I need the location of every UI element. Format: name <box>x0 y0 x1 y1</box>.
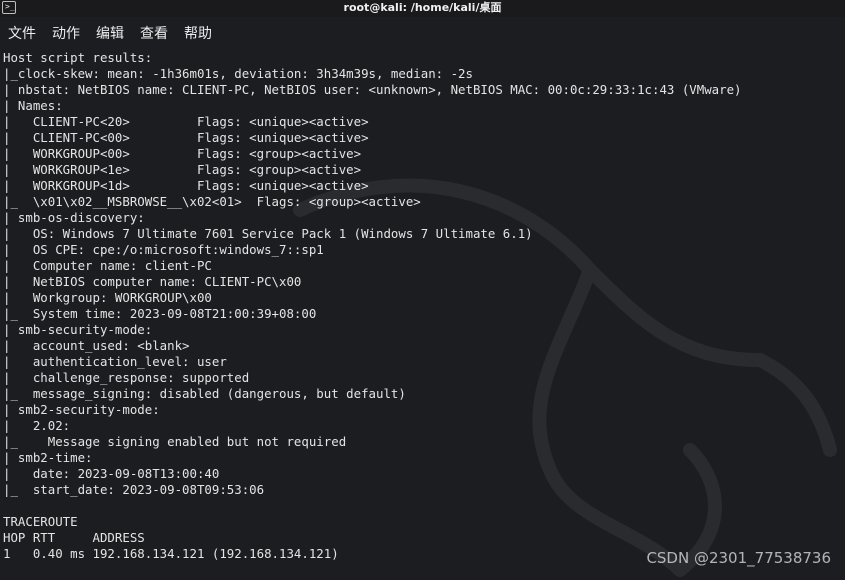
menu-edit[interactable]: 编辑 <box>96 20 124 48</box>
terminal-line: | smb-os-discovery: <box>3 210 145 225</box>
terminal-line: |_ Message signing enabled but not requi… <box>3 434 347 449</box>
terminal-line: | smb2-time: <box>3 450 93 465</box>
window-title: root@kali: /home/kali/桌面 <box>343 1 502 14</box>
menu-help[interactable]: 帮助 <box>184 20 212 48</box>
terminal-line: | Names: <box>3 98 63 113</box>
terminal-line: | CLIENT-PC<20> Flags: <unique><active> <box>3 114 369 129</box>
menu-view[interactable]: 查看 <box>140 20 168 48</box>
terminal-line: 1 0.40 ms 192.168.134.121 (192.168.134.1… <box>3 546 339 561</box>
terminal-line: | CLIENT-PC<00> Flags: <unique><active> <box>3 130 369 145</box>
terminal-line: | OS CPE: cpe:/o:microsoft:windows_7::sp… <box>3 242 324 257</box>
terminal-line: HOP RTT ADDRESS <box>3 530 145 545</box>
terminal-line: | WORKGROUP<1d> Flags: <unique><active> <box>3 178 369 193</box>
title-bar: >_ root@kali: /home/kali/桌面 <box>0 0 845 17</box>
terminal-line: |_ System time: 2023-09-08T21:00:39+08:0… <box>3 306 317 321</box>
terminal-line: |_ \x01\x02__MSBROWSE__\x02<01> Flags: <… <box>3 194 421 209</box>
terminal-line: |_ message_signing: disabled (dangerous,… <box>3 386 406 401</box>
terminal-line: | 2.02: <box>3 418 71 433</box>
terminal-line: | Computer name: client-PC <box>3 258 212 273</box>
terminal-output[interactable]: Host script results: |_clock-skew: mean:… <box>3 50 742 562</box>
terminal-line: |_ start_date: 2023-09-08T09:53:06 <box>3 482 265 497</box>
terminal-line: TRACEROUTE <box>3 514 78 529</box>
menu-file[interactable]: 文件 <box>8 20 36 48</box>
menu-bar: 文件 动作 编辑 查看 帮助 <box>0 20 845 48</box>
terminal-line: | nbstat: NetBIOS name: CLIENT-PC, NetBI… <box>3 82 742 97</box>
terminal-line: Host script results: <box>3 50 153 65</box>
terminal-line: | smb-security-mode: <box>3 322 153 337</box>
terminal-line: | smb2-security-mode: <box>3 402 160 417</box>
terminal-line: | authentication_level: user <box>3 354 227 369</box>
terminal-line: | Workgroup: WORKGROUP\x00 <box>3 290 212 305</box>
terminal-line: | WORKGROUP<00> Flags: <group><active> <box>3 146 362 161</box>
terminal-line: | NetBIOS computer name: CLIENT-PC\x00 <box>3 274 302 289</box>
terminal-line: | date: 2023-09-08T13:00:40 <box>3 466 220 481</box>
terminal-line: | challenge_response: supported <box>3 370 250 385</box>
menu-action[interactable]: 动作 <box>52 20 80 48</box>
terminal-line: | account_used: <blank> <box>3 338 190 353</box>
terminal-line: | WORKGROUP<1e> Flags: <group><active> <box>3 162 362 177</box>
terminal-line: |_clock-skew: mean: -1h36m01s, deviation… <box>3 66 473 81</box>
terminal-line: | OS: Windows 7 Ultimate 7601 Service Pa… <box>3 226 533 241</box>
csdn-watermark: CSDN @2301_77538736 <box>646 549 831 567</box>
